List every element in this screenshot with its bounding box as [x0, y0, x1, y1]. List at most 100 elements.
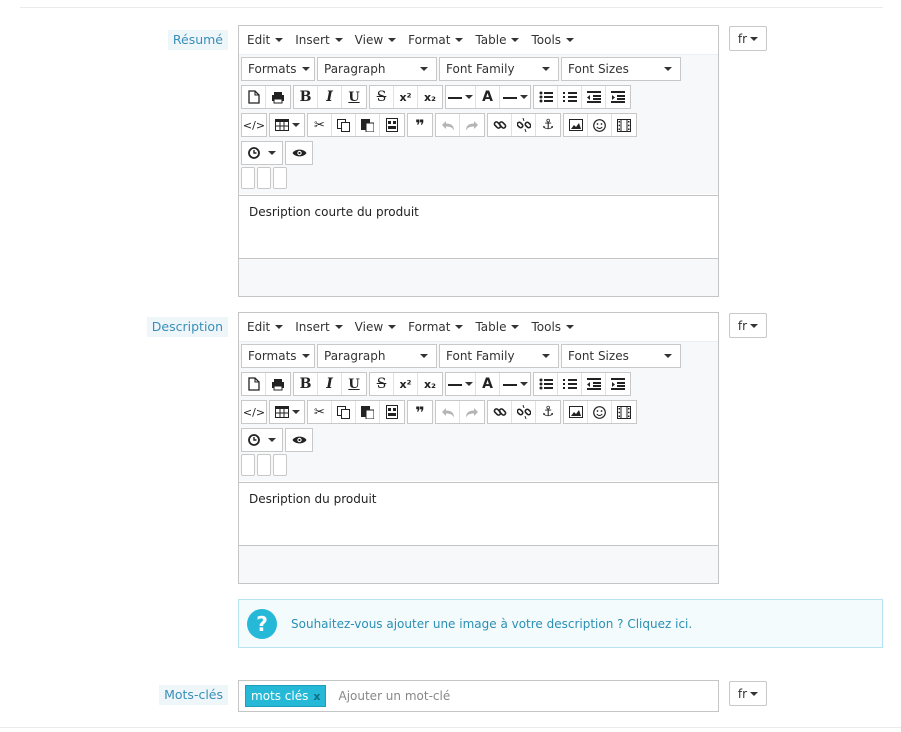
- table-icon[interactable]: [270, 401, 304, 423]
- outdent-icon[interactable]: [582, 86, 606, 108]
- anchor-icon[interactable]: ⚓: [536, 401, 560, 423]
- media-icon[interactable]: [612, 401, 636, 423]
- undo-icon[interactable]: [436, 401, 460, 423]
- redo-icon[interactable]: [460, 401, 484, 423]
- preview-icon[interactable]: [286, 142, 312, 164]
- emoticon-icon[interactable]: [588, 401, 612, 423]
- keywords-input[interactable]: mots clés x: [238, 680, 719, 712]
- text-color-dropdown[interactable]: [500, 86, 530, 108]
- add-keyword-input[interactable]: [336, 688, 637, 704]
- menu-edit[interactable]: Edit: [241, 29, 289, 51]
- copy-icon[interactable]: [332, 401, 356, 423]
- menu-tools[interactable]: Tools: [525, 29, 580, 51]
- empty-toolbar-button[interactable]: [257, 167, 271, 189]
- font-family-select[interactable]: Font Family: [439, 344, 559, 368]
- strikethrough-button[interactable]: S: [370, 86, 394, 108]
- unlink-icon[interactable]: [512, 114, 536, 136]
- menu-insert[interactable]: Insert: [289, 316, 348, 338]
- print-icon[interactable]: [266, 373, 290, 395]
- print-icon[interactable]: [266, 86, 290, 108]
- code-icon[interactable]: </>: [242, 401, 266, 423]
- image-icon[interactable]: [564, 401, 588, 423]
- description-language-button[interactable]: fr: [729, 313, 767, 338]
- undo-icon[interactable]: [436, 114, 460, 136]
- empty-toolbar-button[interactable]: [273, 454, 287, 476]
- superscript-button[interactable]: x²: [394, 373, 418, 395]
- menu-table[interactable]: Table: [469, 29, 525, 51]
- link-icon[interactable]: [488, 114, 512, 136]
- menu-tools[interactable]: Tools: [525, 316, 580, 338]
- text-color-dropdown[interactable]: [500, 373, 530, 395]
- background-color-button[interactable]: [446, 86, 476, 108]
- menu-table[interactable]: Table: [469, 316, 525, 338]
- indent-icon[interactable]: [606, 86, 630, 108]
- bullet-list-icon[interactable]: [534, 86, 558, 108]
- bullet-list-icon[interactable]: [534, 373, 558, 395]
- cut-icon[interactable]: ✂: [308, 401, 332, 423]
- add-image-link[interactable]: Souhaitez-vous ajouter une image à votre…: [291, 617, 692, 631]
- cut-icon[interactable]: ✂: [308, 114, 332, 136]
- formats-select[interactable]: Formats: [241, 57, 315, 81]
- paste-text-icon[interactable]: [380, 114, 404, 136]
- unlink-icon[interactable]: [512, 401, 536, 423]
- background-color-button[interactable]: [446, 373, 476, 395]
- caret-down-icon: [268, 151, 276, 155]
- formats-select[interactable]: Formats: [241, 344, 315, 368]
- new-document-icon[interactable]: [242, 86, 266, 108]
- menu-view[interactable]: View: [349, 29, 402, 51]
- emoticon-icon[interactable]: [588, 114, 612, 136]
- menu-format[interactable]: Format: [402, 316, 469, 338]
- numbered-list-icon[interactable]: [558, 86, 582, 108]
- paragraph-select[interactable]: Paragraph: [317, 57, 437, 81]
- summary-language-button[interactable]: fr: [729, 26, 767, 51]
- insert-time-icon[interactable]: [242, 142, 282, 164]
- image-icon[interactable]: [564, 114, 588, 136]
- font-family-select[interactable]: Font Family: [439, 57, 559, 81]
- empty-toolbar-button[interactable]: [273, 167, 287, 189]
- superscript-button[interactable]: x²: [394, 86, 418, 108]
- table-icon[interactable]: [270, 114, 304, 136]
- link-icon[interactable]: [488, 401, 512, 423]
- empty-toolbar-button[interactable]: [241, 454, 255, 476]
- media-icon[interactable]: [612, 114, 636, 136]
- menu-insert[interactable]: Insert: [289, 29, 348, 51]
- remove-tag-icon[interactable]: x: [313, 690, 320, 703]
- redo-icon[interactable]: [460, 114, 484, 136]
- copy-icon[interactable]: [332, 114, 356, 136]
- empty-toolbar-button[interactable]: [241, 167, 255, 189]
- bold-button[interactable]: B: [294, 373, 318, 395]
- blockquote-button[interactable]: ❞: [408, 114, 432, 136]
- description-content[interactable]: Desription du produit: [239, 482, 718, 545]
- preview-icon[interactable]: [286, 429, 312, 451]
- bold-button[interactable]: B: [294, 86, 318, 108]
- menu-format[interactable]: Format: [402, 29, 469, 51]
- menu-view[interactable]: View: [349, 316, 402, 338]
- strikethrough-button[interactable]: S: [370, 373, 394, 395]
- paste-icon[interactable]: [356, 114, 380, 136]
- italic-button[interactable]: I: [318, 373, 342, 395]
- blockquote-button[interactable]: ❞: [408, 401, 432, 423]
- outdent-icon[interactable]: [582, 373, 606, 395]
- numbered-list-icon[interactable]: [558, 373, 582, 395]
- paste-text-icon[interactable]: [380, 401, 404, 423]
- underline-button[interactable]: U: [342, 86, 366, 108]
- summary-content[interactable]: Desription courte du produit: [239, 195, 718, 258]
- code-icon[interactable]: </>: [242, 114, 266, 136]
- font-sizes-select[interactable]: Font Sizes: [561, 344, 681, 368]
- indent-icon[interactable]: [606, 373, 630, 395]
- subscript-button[interactable]: x₂: [418, 86, 442, 108]
- empty-toolbar-button[interactable]: [257, 454, 271, 476]
- italic-button[interactable]: I: [318, 86, 342, 108]
- insert-time-icon[interactable]: [242, 429, 282, 451]
- menu-edit[interactable]: Edit: [241, 316, 289, 338]
- keywords-language-button[interactable]: fr: [729, 681, 767, 706]
- text-color-button[interactable]: A: [476, 86, 500, 108]
- font-sizes-select[interactable]: Font Sizes: [561, 57, 681, 81]
- new-document-icon[interactable]: [242, 373, 266, 395]
- subscript-button[interactable]: x₂: [418, 373, 442, 395]
- paragraph-select[interactable]: Paragraph: [317, 344, 437, 368]
- paste-icon[interactable]: [356, 401, 380, 423]
- text-color-button[interactable]: A: [476, 373, 500, 395]
- underline-button[interactable]: U: [342, 373, 366, 395]
- anchor-icon[interactable]: ⚓: [536, 114, 560, 136]
